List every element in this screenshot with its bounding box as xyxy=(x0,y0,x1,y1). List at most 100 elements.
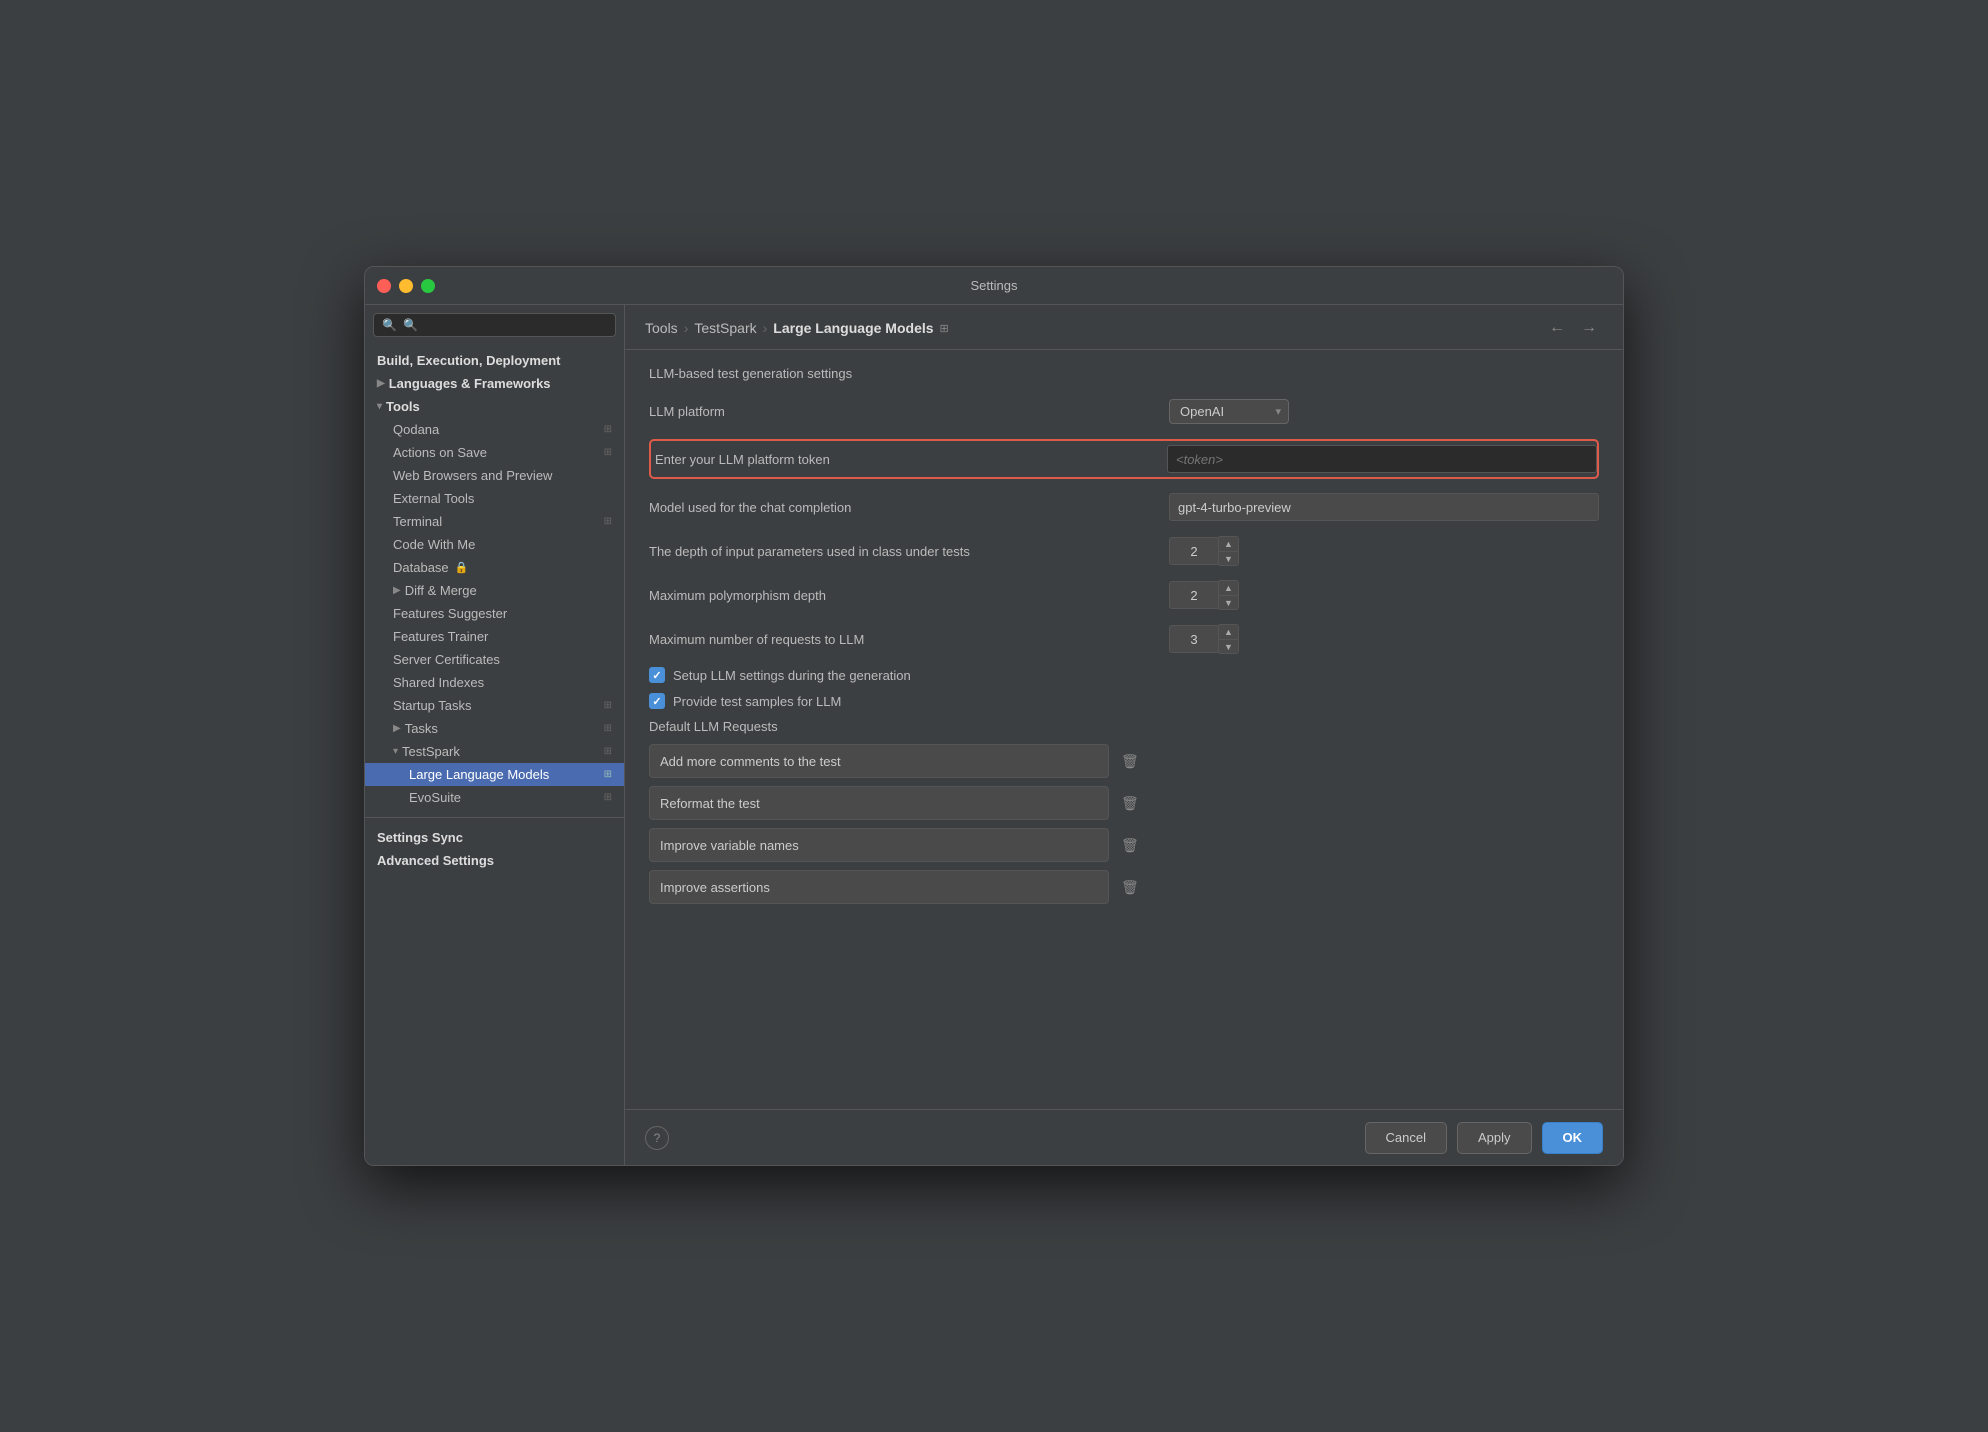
sidebar-list: Build, Execution, Deployment ▶ Languages… xyxy=(365,345,624,1165)
depth-input[interactable] xyxy=(1169,537,1219,565)
sidebar-item-server-certificates[interactable]: Server Certificates xyxy=(365,648,624,671)
sidebar-item-actions-on-save[interactable]: Actions on Save ⊞ xyxy=(365,441,624,464)
search-box[interactable]: 🔍 xyxy=(373,313,616,337)
sidebar-item-features-suggester[interactable]: Features Suggester xyxy=(365,602,624,625)
polymorphism-increment-button[interactable]: ▲ xyxy=(1219,581,1238,595)
sidebar-item-label: Shared Indexes xyxy=(393,675,484,690)
sidebar-item-evosuite[interactable]: EvoSuite ⊞ xyxy=(365,786,624,809)
test-samples-checkbox[interactable]: ✓ xyxy=(649,693,665,709)
help-button[interactable]: ? xyxy=(645,1126,669,1150)
sidebar-item-code-with-me[interactable]: Code With Me xyxy=(365,533,624,556)
sidebar-item-label: Web Browsers and Preview xyxy=(393,468,552,483)
sidebar-item-terminal[interactable]: Terminal ⊞ xyxy=(365,510,624,533)
titlebar: Settings xyxy=(365,267,1623,305)
sidebar-item-database[interactable]: Database 🔒 xyxy=(365,556,624,579)
polymorphism-spinner: ▲ ▼ xyxy=(1169,580,1599,610)
polymorphism-spinner-buttons: ▲ ▼ xyxy=(1219,580,1239,610)
max-requests-increment-button[interactable]: ▲ xyxy=(1219,625,1238,639)
request-input-1[interactable] xyxy=(649,744,1109,778)
sidebar-item-label: Features Trainer xyxy=(393,629,488,644)
sidebar-item-testspark[interactable]: ▾ TestSpark ⊞ xyxy=(365,740,624,763)
test-samples-row[interactable]: ✓ Provide test samples for LLM xyxy=(649,693,1599,709)
setup-llm-checkbox[interactable]: ✓ xyxy=(649,667,665,683)
llm-platform-label: LLM platform xyxy=(649,404,1169,419)
sidebar-item-features-trainer[interactable]: Features Trainer xyxy=(365,625,624,648)
sidebar-item-label: External Tools xyxy=(393,491,474,506)
model-input[interactable] xyxy=(1169,493,1599,521)
max-requests-label: Maximum number of requests to LLM xyxy=(649,632,1169,647)
breadcrumb-tools[interactable]: Tools xyxy=(645,320,678,336)
sidebar-item-languages[interactable]: ▶ Languages & Frameworks xyxy=(365,372,624,395)
minimize-button[interactable] xyxy=(399,279,413,293)
sidebar-item-settings-sync[interactable]: Settings Sync xyxy=(365,826,624,849)
breadcrumb-sep: › xyxy=(763,320,768,336)
search-input[interactable] xyxy=(403,318,607,332)
check-icon: ✓ xyxy=(652,669,661,682)
nav-back-button[interactable]: ← xyxy=(1543,317,1571,339)
max-requests-decrement-button[interactable]: ▼ xyxy=(1219,639,1238,653)
delete-request-2-button[interactable]: 🗑 xyxy=(1117,791,1143,816)
delete-request-1-button[interactable]: 🗑 xyxy=(1117,749,1143,774)
ok-button[interactable]: OK xyxy=(1542,1122,1604,1154)
sidebar-item-shared-indexes[interactable]: Shared Indexes xyxy=(365,671,624,694)
model-control xyxy=(1169,493,1599,521)
polymorphism-decrement-button[interactable]: ▼ xyxy=(1219,595,1238,609)
polymorphism-input[interactable] xyxy=(1169,581,1219,609)
sidebar-item-web-browsers[interactable]: Web Browsers and Preview xyxy=(365,464,624,487)
sidebar-item-label: Code With Me xyxy=(393,537,475,552)
depth-spinner-buttons: ▲ ▼ xyxy=(1219,536,1239,566)
sidebar-item-external-tools[interactable]: External Tools xyxy=(365,487,624,510)
breadcrumb-testspark[interactable]: TestSpark xyxy=(694,320,756,336)
settings-dialog: Settings 🔍 Build, Execution, Deployment … xyxy=(364,266,1624,1166)
breadcrumb-current[interactable]: Large Language Models xyxy=(773,320,933,336)
close-button[interactable] xyxy=(377,279,391,293)
sidebar-item-tools[interactable]: ▾ Tools xyxy=(365,395,624,418)
pin-icon: ⊞ xyxy=(604,447,612,458)
setup-llm-row[interactable]: ✓ Setup LLM settings during the generati… xyxy=(649,667,1599,683)
pin-icon: ⊞ xyxy=(604,746,612,757)
window-controls xyxy=(377,279,435,293)
lock-icon: 🔒 xyxy=(455,561,469,574)
llm-platform-select[interactable]: OpenAI xyxy=(1169,399,1289,424)
list-item: 🗑 xyxy=(649,828,1599,862)
sidebar-item-diff-merge[interactable]: ▶ Diff & Merge xyxy=(365,579,624,602)
breadcrumb-pin-icon[interactable]: ⊞ xyxy=(940,322,949,335)
depth-decrement-button[interactable]: ▼ xyxy=(1219,551,1238,565)
main-content-area: 🔍 Build, Execution, Deployment ▶ Languag… xyxy=(365,305,1623,1165)
sidebar-item-large-language-models[interactable]: Large Language Models ⊞ xyxy=(365,763,624,786)
sidebar-item-build-execution[interactable]: Build, Execution, Deployment xyxy=(365,349,624,372)
sidebar-item-label: Settings Sync xyxy=(377,830,463,845)
pin-icon: ⊞ xyxy=(604,700,612,711)
maximize-button[interactable] xyxy=(421,279,435,293)
sidebar-item-label: Tools xyxy=(386,399,420,414)
sidebar-item-qodana[interactable]: Qodana ⊞ xyxy=(365,418,624,441)
nav-forward-button[interactable]: → xyxy=(1575,317,1603,339)
polymorphism-control: ▲ ▼ xyxy=(1169,580,1599,610)
request-input-4[interactable] xyxy=(649,870,1109,904)
sidebar-item-tasks[interactable]: ▶ Tasks ⊞ xyxy=(365,717,624,740)
max-requests-input[interactable] xyxy=(1169,625,1219,653)
request-input-3[interactable] xyxy=(649,828,1109,862)
sidebar-item-startup-tasks[interactable]: Startup Tasks ⊞ xyxy=(365,694,624,717)
nav-buttons: ← → xyxy=(1543,317,1603,339)
token-label: Enter your LLM platform token xyxy=(651,452,1167,467)
depth-increment-button[interactable]: ▲ xyxy=(1219,537,1238,551)
arrow-icon: ▾ xyxy=(377,401,382,412)
llm-platform-select-wrapper[interactable]: OpenAI xyxy=(1169,399,1289,424)
depth-spinner: ▲ ▼ xyxy=(1169,536,1599,566)
max-requests-spinner-buttons: ▲ ▼ xyxy=(1219,624,1239,654)
window-title: Settings xyxy=(971,278,1018,293)
token-input[interactable] xyxy=(1167,445,1597,473)
cancel-button[interactable]: Cancel xyxy=(1365,1122,1447,1154)
apply-button[interactable]: Apply xyxy=(1457,1122,1532,1154)
pin-icon: ⊞ xyxy=(604,723,612,734)
depth-control: ▲ ▼ xyxy=(1169,536,1599,566)
delete-request-3-button[interactable]: 🗑 xyxy=(1117,833,1143,858)
setup-llm-label: Setup LLM settings during the generation xyxy=(673,668,911,683)
delete-request-4-button[interactable]: 🗑 xyxy=(1117,875,1143,900)
pin-icon: ⊞ xyxy=(604,516,612,527)
sidebar-item-label: Tasks xyxy=(405,721,438,736)
request-input-2[interactable] xyxy=(649,786,1109,820)
sidebar-item-advanced-settings[interactable]: Advanced Settings xyxy=(365,849,624,872)
sidebar-item-label: TestSpark xyxy=(402,744,460,759)
